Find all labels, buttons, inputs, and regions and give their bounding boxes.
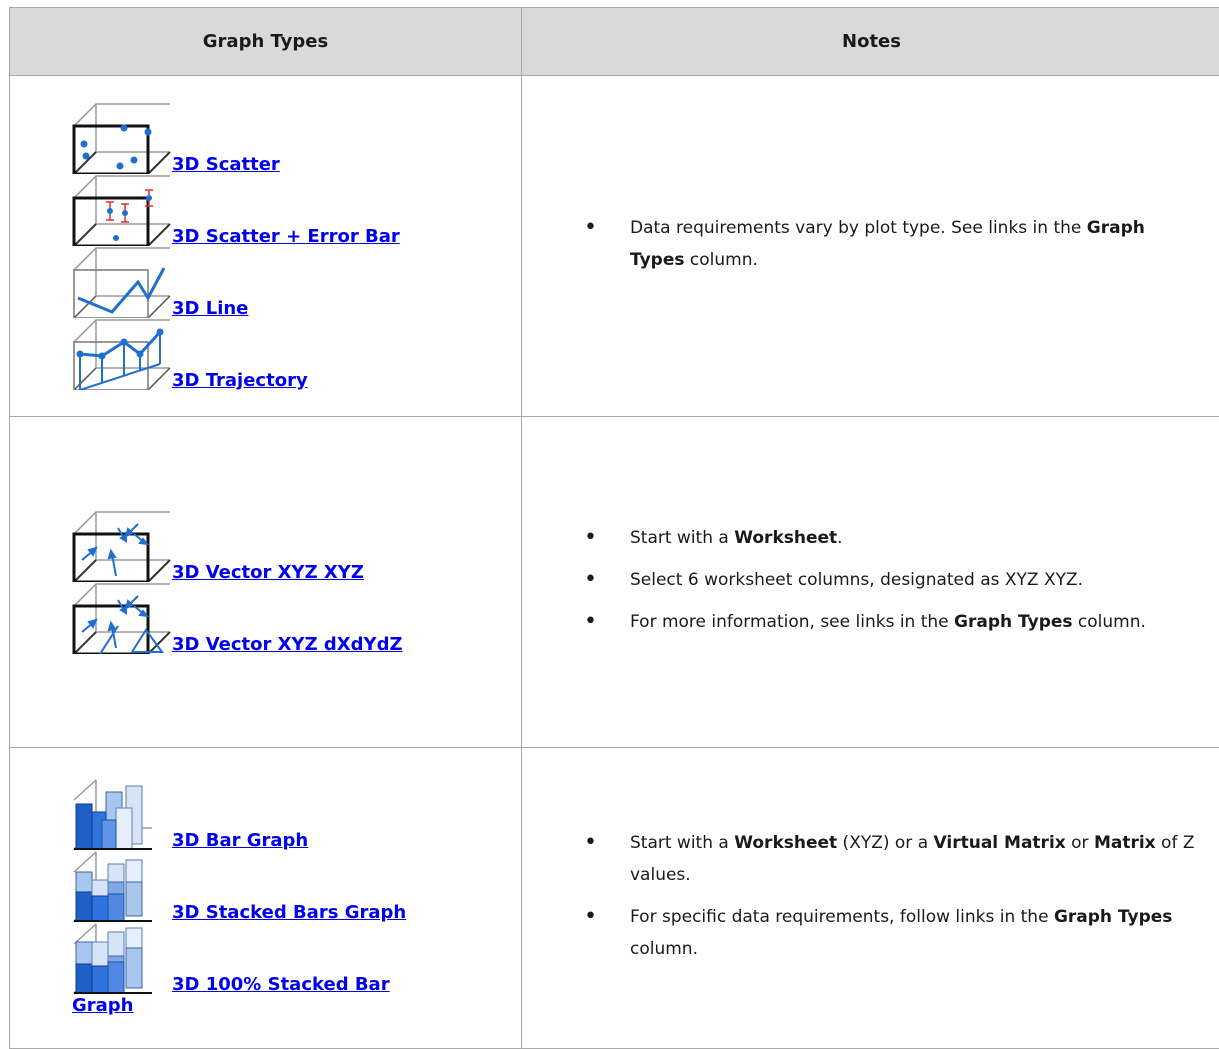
3d-line-icon[interactable]	[72, 246, 172, 318]
link-3d-trajectory[interactable]: 3D Trajectory	[172, 370, 308, 392]
notes-list: Data requirements vary by plot type. See…	[522, 212, 1219, 276]
graph-type-item: 3D 100% Stacked Bar	[72, 922, 521, 994]
graph-types-table: Graph Types Notes	[9, 7, 1219, 1049]
note-item: For more information, see links in the G…	[630, 606, 1219, 638]
3d-trajectory-icon[interactable]	[72, 318, 172, 390]
graph-types-cell: 3D Scatter	[10, 76, 522, 417]
note-item: Select 6 worksheet columns, designated a…	[630, 564, 1219, 596]
note-item: Start with a Worksheet (XYZ) or a Virtua…	[630, 827, 1219, 891]
link-3d-scatter-error-bar[interactable]: 3D Scatter + Error Bar	[172, 226, 400, 248]
note-item: Start with a Worksheet.	[630, 522, 1219, 554]
notes-list: Start with a Worksheet (XYZ) or a Virtua…	[522, 827, 1219, 965]
graph-type-item: 3D Stacked Bars Graph	[72, 850, 521, 922]
notes-cell: Start with a Worksheet. Select 6 workshe…	[522, 417, 1219, 748]
link-3d-stacked-bars-graph[interactable]: 3D Stacked Bars Graph	[172, 902, 406, 924]
link-3d-vector-xyz-xyz[interactable]: 3D Vector XYZ XYZ	[172, 562, 364, 584]
graph-types-cell: 3D Bar Graph	[10, 748, 522, 1049]
3d-stacked-bars-icon[interactable]	[72, 850, 172, 922]
link-3d-100-stacked-bar-graph[interactable]: 3D 100% Stacked Bar	[172, 974, 390, 996]
graph-type-item: 3D Vector XYZ dXdYdZ	[72, 582, 521, 654]
graph-type-item: 3D Scatter	[72, 102, 521, 174]
notes-list: Start with a Worksheet. Select 6 workshe…	[522, 522, 1219, 638]
table-row: 3D Vector XYZ XYZ	[10, 417, 1219, 748]
3d-vector-xyz-xyz-icon[interactable]	[72, 510, 172, 582]
3d-vector-xyz-dxdydz-icon[interactable]	[72, 582, 172, 654]
3d-scatter-error-bar-icon[interactable]	[72, 174, 172, 246]
link-3d-100-stacked-bar-graph-cont[interactable]: Graph	[72, 995, 134, 1016]
notes-cell: Data requirements vary by plot type. See…	[522, 76, 1219, 417]
3d-100-stacked-bar-icon[interactable]	[72, 922, 172, 994]
graph-type-item: 3D Bar Graph	[72, 778, 521, 850]
link-3d-bar-graph[interactable]: 3D Bar Graph	[172, 830, 308, 852]
note-item: Data requirements vary by plot type. See…	[630, 212, 1219, 276]
3d-scatter-icon[interactable]	[72, 102, 172, 174]
table-header-row: Graph Types Notes	[10, 8, 1219, 76]
header-graph-types: Graph Types	[10, 8, 522, 76]
link-3d-vector-xyz-dxdydz[interactable]: 3D Vector XYZ dXdYdZ	[172, 634, 403, 656]
table-row: 3D Bar Graph	[10, 748, 1219, 1049]
graph-type-item: 3D Trajectory	[72, 318, 521, 390]
graph-type-item: 3D Vector XYZ XYZ	[72, 510, 521, 582]
table-row: 3D Scatter	[10, 76, 1219, 417]
link-3d-line[interactable]: 3D Line	[172, 298, 248, 320]
graph-type-item: 3D Scatter + Error Bar	[72, 174, 521, 246]
graph-types-cell: 3D Vector XYZ XYZ	[10, 417, 522, 748]
notes-cell: Start with a Worksheet (XYZ) or a Virtua…	[522, 748, 1219, 1049]
3d-bar-graph-icon[interactable]	[72, 778, 172, 850]
header-notes: Notes	[522, 8, 1219, 76]
link-3d-scatter[interactable]: 3D Scatter	[172, 154, 280, 176]
graph-type-item: 3D Line	[72, 246, 521, 318]
note-item: For specific data requirements, follow l…	[630, 901, 1219, 965]
